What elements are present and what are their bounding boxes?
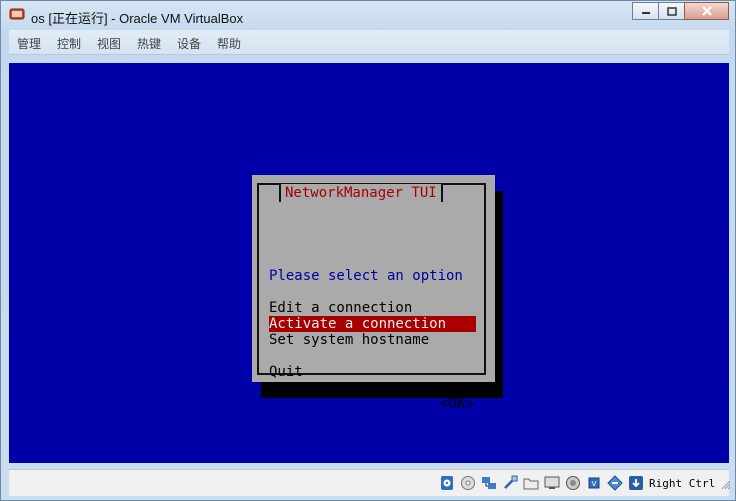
display-icon[interactable] (544, 475, 560, 491)
svg-text:V: V (592, 480, 597, 488)
cpu-icon[interactable]: V (586, 475, 602, 491)
dialog-title: NetworkManager TUI (285, 185, 437, 201)
optical-drive-icon[interactable] (460, 475, 476, 491)
menu-hotkeys[interactable]: 热键 (137, 35, 161, 52)
host-key-label: Right Ctrl (649, 477, 716, 490)
vm-display[interactable]: NetworkManager TUI Please select an opti… (9, 63, 729, 463)
shared-folders-icon[interactable] (523, 475, 539, 491)
menu-devices[interactable]: 设备 (177, 35, 201, 52)
ok-button[interactable]: <OK> (440, 396, 474, 412)
minimize-button[interactable] (632, 2, 659, 20)
window-title: os [正在运行] - Oracle VM VirtualBox (31, 11, 244, 26)
resize-grip-icon[interactable] (721, 480, 731, 490)
close-button[interactable] (684, 2, 729, 20)
option-quit[interactable]: Quit (269, 364, 303, 380)
option-set-hostname[interactable]: Set system hostname (269, 332, 429, 348)
menu-view[interactable]: 视图 (97, 35, 121, 52)
video-capture-icon[interactable] (565, 475, 581, 491)
status-bar: V Right Ctrl (9, 469, 731, 496)
menu-help[interactable]: 帮助 (217, 35, 241, 52)
network-icon[interactable] (481, 475, 497, 491)
title-bar[interactable]: os [正在运行] - Oracle VM VirtualBox (1, 1, 735, 29)
hard-disk-icon[interactable] (439, 475, 455, 491)
minimize-icon (641, 12, 650, 14)
option-activate-connection[interactable]: Activate a connection (269, 316, 476, 332)
mouse-integration-icon[interactable] (607, 475, 623, 491)
option-edit-connection[interactable]: Edit a connection (269, 300, 412, 316)
virtualbox-app-icon (9, 8, 25, 20)
close-icon (701, 6, 712, 16)
menu-control[interactable]: 控制 (57, 35, 81, 52)
dialog-title-box: NetworkManager TUI (279, 184, 443, 202)
maximize-button[interactable] (658, 2, 685, 20)
keyboard-capture-icon[interactable] (628, 475, 644, 491)
dialog-prompt: Please select an option (269, 268, 463, 284)
usb-icon[interactable] (502, 475, 518, 491)
nmtui-dialog: NetworkManager TUI Please select an opti… (252, 175, 495, 412)
menu-bar: 管理 控制 视图 热键 设备 帮助 (9, 30, 729, 55)
maximize-icon (666, 6, 677, 16)
virtualbox-window: os [正在运行] - Oracle VM VirtualBox 管理 控制 视… (0, 0, 736, 501)
menu-manage[interactable]: 管理 (17, 35, 41, 52)
